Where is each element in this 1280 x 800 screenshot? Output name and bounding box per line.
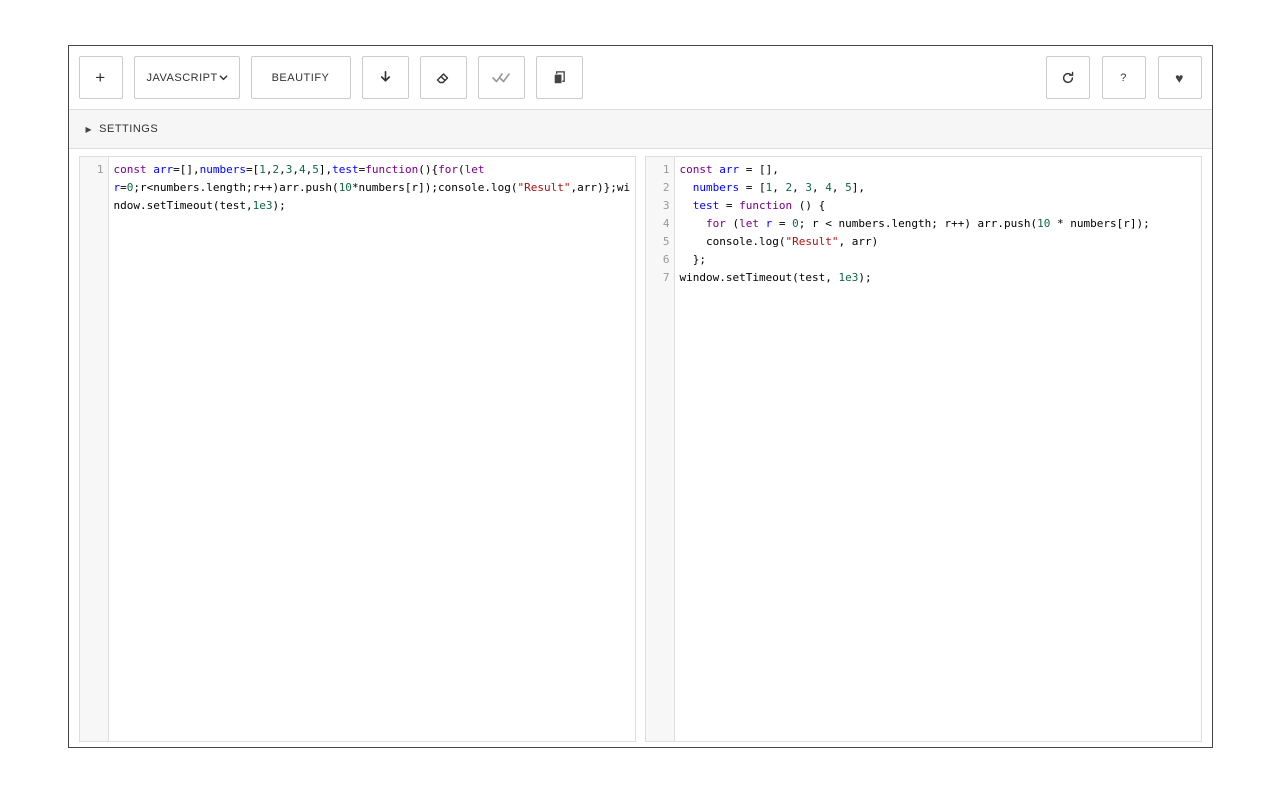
language-select-value: JAVASCRIPT xyxy=(147,72,218,84)
help-button[interactable]: ? xyxy=(1102,56,1146,99)
code-text[interactable]: for (let r = 0; r < numbers.length; r++)… xyxy=(676,215,1201,233)
heart-icon: ♥ xyxy=(1175,71,1184,85)
caret-right-icon: ▶ xyxy=(86,125,93,134)
code-line: 7window.setTimeout(test, 1e3); xyxy=(646,269,1201,287)
eraser-icon xyxy=(435,70,451,86)
refresh-button[interactable] xyxy=(1046,56,1090,99)
line-number: 4 xyxy=(646,215,676,233)
code-line: 1const arr = [], xyxy=(646,161,1201,179)
beautified-code-editor[interactable]: 1const arr = [],2 numbers = [1, 2, 3, 4,… xyxy=(645,156,1202,742)
editor-area: 1const arr=[],numbers=[1,2,3,4,5],test=f… xyxy=(69,149,1212,749)
beautify-button[interactable]: BEAUTIFY xyxy=(251,56,351,99)
favorite-button[interactable]: ♥ xyxy=(1158,56,1202,99)
code-line: 6 }; xyxy=(646,251,1201,269)
beautified-code-lines[interactable]: 1const arr = [],2 numbers = [1, 2, 3, 4,… xyxy=(646,157,1201,287)
toolbar: + JAVASCRIPT BEAUTIFY xyxy=(69,46,1212,109)
code-text[interactable]: const arr=[],numbers=[1,2,3,4,5],test=fu… xyxy=(110,161,635,215)
code-text[interactable]: window.setTimeout(test, 1e3); xyxy=(676,269,1201,287)
settings-label: SETTINGS xyxy=(99,123,158,135)
copy-icon xyxy=(552,70,567,85)
line-number: 2 xyxy=(646,179,676,197)
download-icon xyxy=(378,70,393,85)
refresh-icon xyxy=(1061,71,1075,85)
source-code-editor[interactable]: 1const arr=[],numbers=[1,2,3,4,5],test=f… xyxy=(79,156,636,742)
line-number: 6 xyxy=(646,251,676,269)
beautifier-app: + JAVASCRIPT BEAUTIFY xyxy=(68,45,1213,748)
settings-toggle[interactable]: ▶ SETTINGS xyxy=(69,109,1212,149)
select-all-button[interactable] xyxy=(478,56,525,99)
chevron-down-icon xyxy=(218,72,229,83)
double-check-icon xyxy=(492,71,510,85)
toolbar-right-group: ? ♥ xyxy=(1046,56,1202,99)
code-line: 2 numbers = [1, 2, 3, 4, 5], xyxy=(646,179,1201,197)
language-select[interactable]: JAVASCRIPT xyxy=(134,56,240,99)
code-text[interactable]: console.log("Result", arr) xyxy=(676,233,1201,251)
code-text[interactable]: numbers = [1, 2, 3, 4, 5], xyxy=(676,179,1201,197)
code-line: 5 console.log("Result", arr) xyxy=(646,233,1201,251)
source-code-lines[interactable]: 1const arr=[],numbers=[1,2,3,4,5],test=f… xyxy=(80,157,635,215)
line-number: 5 xyxy=(646,233,676,251)
line-number: 7 xyxy=(646,269,676,287)
code-line: 3 test = function () { xyxy=(646,197,1201,215)
code-text[interactable]: const arr = [], xyxy=(676,161,1201,179)
line-number: 1 xyxy=(80,161,110,179)
plus-icon: + xyxy=(95,68,105,88)
erase-button[interactable] xyxy=(420,56,467,99)
line-number-gutter xyxy=(80,157,109,741)
code-line: 1const arr=[],numbers=[1,2,3,4,5],test=f… xyxy=(80,161,635,215)
code-line: 4 for (let r = 0; r < numbers.length; r+… xyxy=(646,215,1201,233)
download-button[interactable] xyxy=(362,56,409,99)
code-text[interactable]: test = function () { xyxy=(676,197,1201,215)
code-text[interactable]: }; xyxy=(676,251,1201,269)
add-button[interactable]: + xyxy=(79,56,123,99)
line-number: 1 xyxy=(646,161,676,179)
copy-button[interactable] xyxy=(536,56,583,99)
line-number: 3 xyxy=(646,197,676,215)
